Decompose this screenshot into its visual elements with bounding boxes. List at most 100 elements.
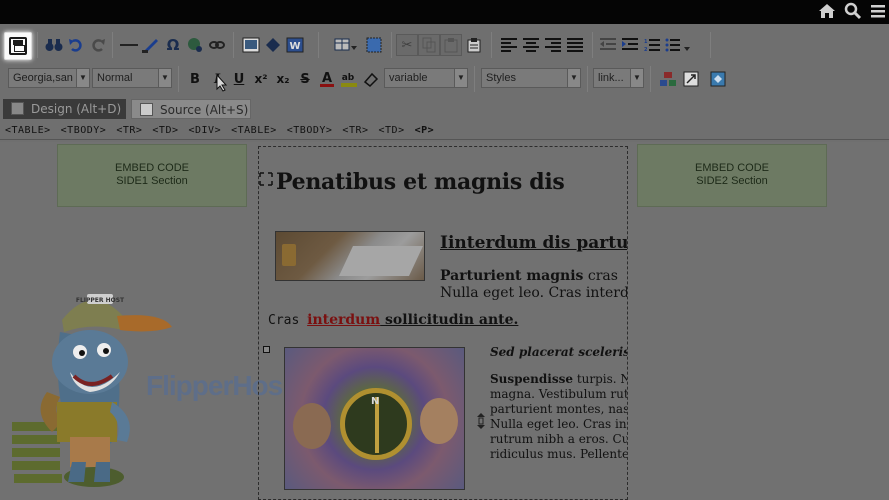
element-path-breadcrumb: <TABLE> <TBODY> <TR> <TD> <DIV> <TABLE> <TBODY… [0, 122, 889, 140]
cup-shape [282, 244, 296, 266]
redo-icon[interactable] [87, 34, 109, 56]
chevron-down-icon: ▼ [76, 69, 89, 87]
embed-code-side1[interactable]: EMBED CODE SIDE1 Section [57, 144, 247, 207]
face-shape [420, 398, 458, 444]
maximize-icon[interactable] [680, 68, 702, 90]
breadcrumb-item[interactable]: <TBODY> [287, 125, 333, 136]
compass-n-label: N [371, 396, 380, 407]
unlink-icon[interactable] [206, 34, 228, 56]
move-cell-icon[interactable] [259, 172, 273, 186]
paragraph-format-value: Normal [97, 72, 133, 84]
underline-button[interactable]: U [228, 68, 250, 90]
align-center-icon[interactable] [520, 34, 542, 56]
font-size-value: variable [389, 72, 428, 84]
breadcrumb-item[interactable]: <TABLE> [5, 125, 51, 136]
resize-handle-icon[interactable] [476, 412, 486, 430]
bold-button[interactable]: B [184, 68, 206, 90]
bulleted-list-icon[interactable] [663, 34, 693, 56]
toolbar-separator [710, 32, 711, 58]
menu-icon[interactable] [868, 2, 888, 22]
breadcrumb-item[interactable]: <P> [415, 125, 435, 136]
breadcrumb-item[interactable]: <DIV> [189, 125, 222, 136]
paste-icon[interactable] [440, 34, 462, 56]
tab-design[interactable]: Design (Alt+D) [3, 99, 126, 119]
tab-design-label: Design (Alt+D) [31, 102, 122, 116]
subscript-button[interactable]: x₂ [272, 68, 294, 90]
main-heading[interactable]: Penatibus et magnis dis [276, 169, 565, 195]
save-button[interactable] [4, 32, 32, 60]
breadcrumb-item[interactable]: <TD> [152, 125, 178, 136]
toolbar-separator [592, 32, 593, 58]
right-paragraph[interactable]: Suspendisse turpis. Nu magna. Vestibulum… [490, 372, 628, 462]
align-right-icon[interactable] [542, 34, 564, 56]
align-left-icon[interactable] [498, 34, 520, 56]
insert-table-icon[interactable] [332, 34, 360, 56]
selection-handle[interactable] [263, 346, 270, 353]
strikethrough-button[interactable]: S [294, 68, 316, 90]
cut-icon[interactable]: ✂ [396, 34, 418, 56]
align-justify-icon[interactable] [564, 34, 586, 56]
show-blocks-icon[interactable] [363, 34, 385, 56]
highlight-color-icon[interactable]: ab [338, 68, 360, 90]
paste-text-icon[interactable] [463, 34, 485, 56]
subheading[interactable]: Cras interdum sollicitudin ante. [268, 312, 518, 328]
superscript-button[interactable]: x² [250, 68, 272, 90]
horizontal-rule-icon[interactable] [118, 34, 140, 56]
copy-icon[interactable] [418, 34, 440, 56]
home-icon[interactable] [817, 2, 837, 22]
chevron-down-icon: ▼ [567, 69, 580, 87]
svg-text:ab: ab [342, 73, 355, 83]
article-paragraph-rest: cras [583, 268, 618, 284]
breadcrumb-item[interactable]: <TR> [342, 125, 368, 136]
templates-icon[interactable] [657, 68, 679, 90]
preview-icon[interactable] [707, 68, 729, 90]
omega-special-char-icon[interactable]: Ω [162, 34, 184, 56]
embed-code-side2[interactable]: EMBED CODE SIDE2 Section [637, 144, 827, 207]
breadcrumb-item[interactable]: <TD> [379, 125, 405, 136]
numbered-list-icon[interactable]: 12 [641, 34, 663, 56]
subheading-red: interdum [307, 312, 381, 328]
insert-link-globe-icon[interactable] [184, 34, 206, 56]
right-paragraph-l4: Nulla eget leo. Cras inte [490, 417, 628, 431]
indent-icon[interactable] [619, 34, 641, 56]
tab-source[interactable]: Source (Alt+S) [131, 99, 251, 119]
right-emphasis[interactable]: Sed placerat scelerisq [490, 345, 627, 359]
insert-image-icon[interactable] [240, 34, 262, 56]
font-name-dropdown[interactable]: Georgia,san ▼ [8, 68, 90, 88]
content-cell[interactable]: Penatibus et magnis dis Iinterdum dis pa… [258, 146, 628, 500]
article-title[interactable]: Iinterdum dis partur [440, 233, 627, 253]
toolbar-separator [233, 32, 234, 58]
right-paragraph-l5: rutrum nibh a eros. Cur [490, 432, 628, 446]
breadcrumb-item[interactable]: <TR> [116, 125, 142, 136]
toolbar-separator [318, 32, 319, 58]
face-shape [293, 403, 331, 449]
toolbar-separator [391, 32, 392, 58]
styles-dropdown[interactable]: Styles ▼ [481, 68, 581, 88]
remove-format-eraser-icon[interactable] [360, 68, 382, 90]
article-paragraph[interactable]: Parturient magnis cras Nulla eget leo. C… [440, 268, 627, 302]
font-size-dropdown[interactable]: variable ▼ [384, 68, 468, 88]
paste-from-word-icon[interactable]: W [284, 34, 306, 56]
toolbar-separator [112, 32, 113, 58]
toolbar-separator [37, 32, 38, 58]
paragraph-format-dropdown[interactable]: Normal ▼ [92, 68, 172, 88]
editing-area[interactable]: EMBED CODE SIDE1 Section EMBED CODE SIDE… [0, 142, 889, 500]
rich-text-editor: Ω W ✂ 1 2 Georgia,san ▼ Normal ▼ B U x² … [0, 24, 889, 500]
find-binoculars-icon[interactable] [43, 34, 65, 56]
special-tool-icon[interactable] [140, 34, 162, 56]
undo-icon[interactable] [65, 34, 87, 56]
search-icon[interactable] [843, 2, 863, 22]
svg-text:1: 1 [644, 39, 648, 45]
insert-flash-icon[interactable] [262, 34, 284, 56]
breadcrumb-item[interactable]: <TBODY> [61, 125, 107, 136]
font-color-icon[interactable]: A [316, 68, 338, 90]
toolbar-separator [491, 32, 492, 58]
laptop-shape [339, 246, 423, 276]
compass-collage-photo[interactable]: N [284, 347, 465, 490]
link-dropdown[interactable]: link... ▼ [593, 68, 644, 88]
laptop-photo[interactable] [275, 231, 425, 281]
side1-line1: EMBED CODE [115, 162, 189, 174]
chevron-down-icon: ▼ [454, 69, 467, 87]
breadcrumb-item[interactable]: <TABLE> [231, 125, 277, 136]
outdent-icon[interactable] [597, 34, 619, 56]
